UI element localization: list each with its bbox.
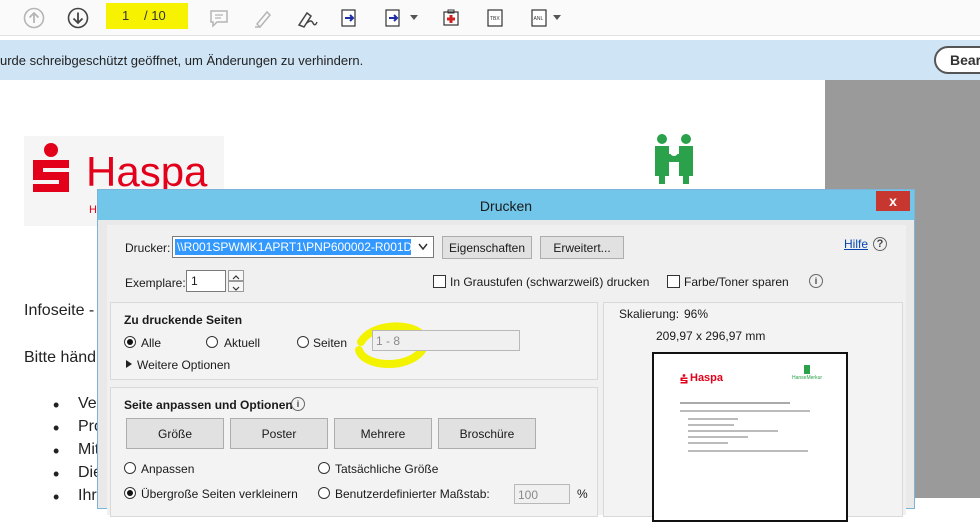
mini-hansemerkur-icon xyxy=(804,365,810,374)
expand-triangle-icon[interactable] xyxy=(125,360,133,368)
edit-button[interactable]: Bear xyxy=(934,46,980,74)
grayscale-label: In Graustufen (schwarzweiß) drucken xyxy=(450,275,650,289)
page-number-field[interactable]: 1 / 10 xyxy=(106,3,188,29)
page-dimensions: 209,97 x 296,97 mm xyxy=(656,329,766,343)
info-icon[interactable]: i xyxy=(809,274,823,288)
custom-scale-radio[interactable] xyxy=(318,487,330,499)
chevron-down-icon[interactable] xyxy=(553,15,561,20)
medical-case-icon[interactable] xyxy=(438,5,464,31)
mini-logo: Haspa xyxy=(690,372,724,384)
chevron-down-icon[interactable] xyxy=(410,15,418,20)
actual-size-radio[interactable] xyxy=(318,462,330,474)
doc-bullet: Ihr xyxy=(53,487,96,508)
current-page-label: Aktuell xyxy=(224,336,261,350)
page-range-label: Seiten xyxy=(313,336,348,350)
percent-label: % xyxy=(577,487,588,501)
custom-scale-value: 100 xyxy=(518,488,539,502)
doc-line: Infoseite - xyxy=(24,302,95,319)
previous-page-icon[interactable] xyxy=(21,5,47,31)
next-page-icon[interactable] xyxy=(65,5,91,31)
chevron-down-icon xyxy=(418,243,428,251)
text-export-icon[interactable]: TBX xyxy=(482,5,508,31)
close-button[interactable]: x xyxy=(876,191,910,211)
readonly-info-bar: urde schreibgeschützt geöffnet, um Änder… xyxy=(0,40,980,80)
ansi-export-icon[interactable]: ANL xyxy=(526,5,552,31)
preview-text-line xyxy=(688,436,748,438)
readonly-message: urde schreibgeschützt geöffnet, um Änder… xyxy=(0,53,364,68)
booklet-tab-button[interactable]: Broschüre xyxy=(438,418,536,449)
page-range-input[interactable]: 1 - 8 xyxy=(372,330,520,351)
sign-icon[interactable] xyxy=(294,5,320,31)
logo-subtext: H xyxy=(89,204,97,216)
page-range-value: 1 - 8 xyxy=(376,334,401,348)
help-link[interactable]: Hilfe xyxy=(844,237,868,251)
preview-group: Skalierung: 96% 209,97 x 296,97 mm Haspa… xyxy=(603,302,903,522)
grayscale-checkbox[interactable] xyxy=(433,275,446,288)
copies-up-button[interactable] xyxy=(228,270,244,281)
sparkasse-logo-icon xyxy=(33,143,69,192)
mini-logo-right: HanseMerkur xyxy=(792,375,823,381)
preview-text-line xyxy=(688,450,808,452)
multiple-tab-button[interactable]: Mehrere xyxy=(334,418,432,449)
print-dialog: Drucken x Drucker: \\R001SPWMK1APRT1\PNP… xyxy=(97,189,915,522)
page-current[interactable]: 1 xyxy=(122,8,129,23)
preview-text-line xyxy=(680,402,790,404)
more-options-link[interactable]: Weitere Optionen xyxy=(137,358,230,372)
doc-line: Bitte händ xyxy=(24,349,97,366)
size-tab-button[interactable]: Größe xyxy=(126,418,224,449)
info-icon[interactable]: i xyxy=(291,397,305,411)
properties-button[interactable]: Eigenschaften xyxy=(442,236,532,259)
dialog-body: Drucker: \\R001SPWMK1APRT1\PNP600002-R00… xyxy=(107,225,906,522)
scaling-value: 96% xyxy=(684,307,709,321)
preview-text-line xyxy=(680,410,810,412)
export-menu-icon[interactable] xyxy=(380,5,406,31)
comment-icon[interactable] xyxy=(206,5,232,31)
export-arrow-icon[interactable] xyxy=(336,5,362,31)
save-toner-label: Farbe/Toner sparen xyxy=(684,275,789,289)
dialog-title: Drucken xyxy=(479,198,533,214)
mini-sparkasse-icon xyxy=(680,374,688,384)
printer-select[interactable]: \\R001SPWMK1APRT1\PNP600002-R001DPP xyxy=(172,236,434,258)
pages-to-print-group: Zu druckende Seiten Alle Aktuell Seiten … xyxy=(110,302,598,380)
custom-scale-input[interactable]: 100 xyxy=(514,484,570,504)
page-total: / 10 xyxy=(144,8,166,23)
current-page-radio[interactable] xyxy=(206,336,218,348)
custom-scale-label: Benutzerdefinierter Maßstab: xyxy=(335,487,490,501)
toolbar: 1 / 10 TBX ANL xyxy=(0,0,980,36)
preview-text-line xyxy=(688,424,734,426)
printer-label: Drucker: xyxy=(125,241,171,255)
poster-tab-button[interactable]: Poster xyxy=(230,418,328,449)
actual-size-label: Tatsächliche Größe xyxy=(335,462,439,476)
shrink-oversized-label: Übergroße Seiten verkleinern xyxy=(141,487,298,501)
preview-text-line xyxy=(688,430,778,432)
highlight-pen-icon[interactable] xyxy=(250,5,276,31)
printer-value: \\R001SPWMK1APRT1\PNP600002-R001DPP xyxy=(175,239,411,255)
advanced-button[interactable]: Erweitert... xyxy=(540,236,624,259)
help-icon[interactable]: ? xyxy=(873,237,887,251)
all-pages-radio[interactable] xyxy=(124,336,136,348)
page-range-radio[interactable] xyxy=(297,336,309,348)
print-preview-page: Haspa HanseMerkur xyxy=(652,352,848,522)
save-toner-checkbox[interactable] xyxy=(667,275,680,288)
svg-text:TBX: TBX xyxy=(490,16,500,22)
copies-label: Exemplare: xyxy=(125,276,186,290)
all-pages-label: Alle xyxy=(141,336,162,350)
preview-text-line xyxy=(688,442,728,444)
shrink-oversized-radio[interactable] xyxy=(124,487,136,499)
fit-section-title: Seite anpassen und Optionen xyxy=(124,398,293,412)
dialog-titlebar[interactable]: Drucken x xyxy=(98,190,914,220)
pages-section-title: Zu druckende Seiten xyxy=(124,313,243,327)
copies-value: 1 xyxy=(191,274,198,288)
hansemerkur-logo-icon xyxy=(652,132,696,189)
copies-input[interactable]: 1 xyxy=(186,270,226,292)
copies-down-button[interactable] xyxy=(228,281,244,292)
fit-label: Anpassen xyxy=(141,462,195,476)
doc-bullet: Ve xyxy=(53,395,96,416)
fit-radio[interactable] xyxy=(124,462,136,474)
preview-text-line xyxy=(688,418,738,420)
svg-text:ANL: ANL xyxy=(534,16,544,22)
scaling-label: Skalierung: xyxy=(619,307,680,321)
